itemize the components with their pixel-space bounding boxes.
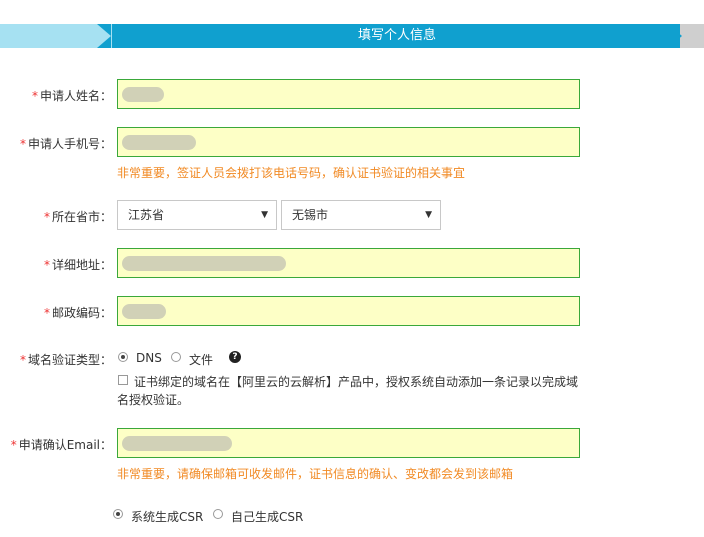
email-label-text: 申请确认Email： (18, 438, 112, 452)
csr-self-label[interactable]: 自己生成CSR (231, 508, 303, 525)
province-label-text: 所在省市： (51, 210, 112, 224)
province-value: 江苏省 (128, 208, 165, 222)
zip-code-input[interactable] (117, 296, 580, 326)
required-mark: * (43, 210, 50, 224)
email-label: * 申请确认Email： (11, 436, 112, 453)
required-mark: * (19, 353, 26, 367)
auto-dns-text-line2: 名授权验证。 (117, 393, 190, 407)
redacted-value (122, 256, 286, 271)
step-next (680, 24, 704, 48)
step-divider-arrow (97, 24, 111, 48)
redacted-value (122, 304, 166, 319)
province-label: * 所在省市： (44, 208, 112, 225)
name-label: * 申请人姓名： (32, 87, 112, 104)
phone-label: * 申请人手机号： (20, 135, 112, 152)
address-label: * 详细地址： (44, 256, 112, 273)
province-select[interactable]: 江苏省 ▼ (117, 200, 277, 230)
auto-dns-text-line1: 证书绑定的域名在【阿里云的云解析】产品中，授权系统自动添加一条记录以完成域 (134, 375, 579, 389)
phone-hint: 非常重要，签证人员会拨打该电话号码，确认证书验证的相关事宜 (117, 166, 466, 180)
chevron-down-icon: ▼ (261, 210, 268, 220)
file-radio[interactable] (171, 352, 181, 362)
csr-system-radio[interactable] (113, 509, 123, 519)
zip-label-text: 邮政编码： (51, 306, 112, 320)
phone-label-text: 申请人手机号： (27, 137, 112, 151)
required-mark: * (19, 137, 26, 151)
dns-radio[interactable] (118, 352, 128, 362)
address-input[interactable] (117, 248, 580, 278)
required-mark: * (10, 438, 17, 452)
zip-label: * 邮政编码： (44, 304, 112, 321)
file-radio-label[interactable]: 文件 (189, 351, 213, 368)
name-label-text: 申请人姓名： (39, 89, 112, 103)
chevron-down-icon: ▼ (425, 210, 432, 220)
dns-radio-label[interactable]: DNS (136, 351, 162, 365)
redacted-value (122, 135, 196, 150)
domain-verify-label: * 域名验证类型： (20, 351, 112, 368)
step-title: 填写个人信息 (357, 28, 436, 43)
domain-verify-label-text: 域名验证类型： (27, 353, 112, 367)
step-previous (0, 24, 112, 48)
csr-system-label[interactable]: 系统生成CSR (131, 508, 203, 525)
redacted-value (122, 87, 164, 102)
auto-dns-checkbox[interactable] (118, 375, 128, 385)
city-select[interactable]: 无锡市 ▼ (281, 200, 441, 230)
city-value: 无锡市 (292, 208, 329, 222)
redacted-value (122, 436, 232, 451)
csr-self-radio[interactable] (213, 509, 223, 519)
applicant-phone-input[interactable] (117, 127, 580, 157)
required-mark: * (43, 306, 50, 320)
help-icon[interactable]: ? (229, 351, 241, 363)
required-mark: * (43, 258, 50, 272)
address-label-text: 详细地址： (51, 258, 112, 272)
email-hint: 非常重要，请确保邮箱可收发邮件，证书信息的确认、变改都会发到该邮箱 (117, 467, 514, 481)
required-mark: * (31, 89, 38, 103)
confirm-email-input[interactable] (117, 428, 580, 458)
applicant-name-input[interactable] (117, 79, 580, 109)
